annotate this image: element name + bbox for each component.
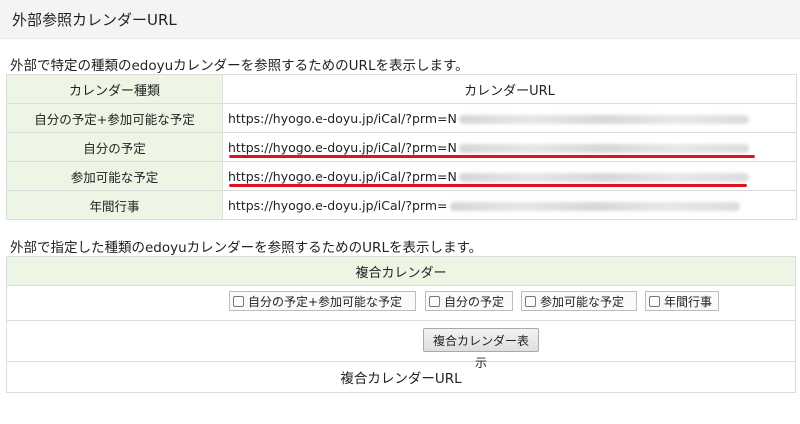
- calendar-url-text[interactable]: https://hyogo.e-doyu.jp/iCal/?prm=N: [228, 140, 457, 155]
- row-label: 自分の予定: [6, 132, 223, 162]
- option-own-and-joinable[interactable]: 自分の予定+参加可能な予定: [229, 291, 416, 311]
- calendar-url-table: カレンダー種類 カレンダーURL 自分の予定+参加可能な予定 https://h…: [6, 74, 797, 220]
- table-header-row: カレンダー種類 カレンダーURL: [6, 74, 797, 104]
- blurred-token: [449, 201, 740, 211]
- option-own[interactable]: 自分の予定: [425, 291, 513, 311]
- url-cell[interactable]: https://hyogo.e-doyu.jp/iCal/?prm=: [222, 190, 797, 220]
- calendar-url-text[interactable]: https://hyogo.e-doyu.jp/iCal/?prm=N: [228, 111, 457, 126]
- checkbox[interactable]: [233, 295, 244, 307]
- combined-calendar-header: 複合カレンダー: [6, 256, 796, 286]
- row-label: 参加可能な予定: [6, 161, 223, 191]
- blurred-token: [458, 114, 749, 124]
- table-row: 年間行事 https://hyogo.e-doyu.jp/iCal/?prm=: [6, 190, 797, 220]
- calendar-options: 自分の予定+参加可能な予定 自分の予定 参加可能な予定 年間行事: [7, 286, 795, 320]
- combined-calendar-table: 複合カレンダー 自分の予定+参加可能な予定 自分の予定 参加可能な予定 年間行事…: [6, 256, 796, 393]
- blurred-token: [458, 172, 749, 182]
- highlight-underline: [229, 155, 755, 158]
- option-label: 参加可能な予定: [540, 294, 625, 309]
- option-label: 自分の予定+参加可能な予定: [248, 294, 403, 309]
- option-joinable[interactable]: 参加可能な予定: [521, 291, 637, 311]
- row-label: 年間行事: [6, 190, 223, 220]
- checkbox[interactable]: [525, 295, 536, 307]
- blurred-token: [458, 143, 749, 153]
- row-label: 自分の予定+参加可能な予定: [6, 103, 223, 133]
- header-calendar-url: カレンダーURL: [222, 74, 797, 104]
- option-label: 年間行事: [664, 294, 713, 309]
- option-annual-events[interactable]: 年間行事: [645, 291, 719, 311]
- title-bar: 外部参照カレンダーURL: [0, 0, 800, 39]
- option-label: 自分の予定: [444, 294, 505, 309]
- url-cell[interactable]: https://hyogo.e-doyu.jp/iCal/?prm=N: [222, 103, 797, 133]
- section2-description: 外部で指定した種類のedoyuカレンダーを参照するためのURLを表示します。: [10, 240, 483, 256]
- calendar-url-text[interactable]: https://hyogo.e-doyu.jp/iCal/?prm=N: [228, 169, 457, 184]
- table-row: 自分の予定 https://hyogo.e-doyu.jp/iCal/?prm=…: [6, 132, 797, 162]
- section1-description: 外部で特定の種類のedoyuカレンダーを参照するためのURLを表示します。: [10, 58, 469, 74]
- url-cell[interactable]: https://hyogo.e-doyu.jp/iCal/?prm=N: [222, 132, 797, 162]
- calendar-url-text[interactable]: https://hyogo.e-doyu.jp/iCal/?prm=: [228, 198, 448, 213]
- highlight-underline: [229, 184, 747, 187]
- combined-calendar-url-label: 複合カレンダーURL: [6, 361, 796, 393]
- checkbox[interactable]: [429, 295, 440, 307]
- show-combined-calendar-button[interactable]: 複合カレンダー表示: [423, 328, 539, 370]
- page-title: 外部参照カレンダーURL: [12, 11, 177, 29]
- table-row: 自分の予定+参加可能な予定 https://hyogo.e-doyu.jp/iC…: [6, 103, 797, 133]
- table-row: 参加可能な予定 https://hyogo.e-doyu.jp/iCal/?pr…: [6, 161, 797, 191]
- checkbox[interactable]: [649, 295, 660, 307]
- url-cell[interactable]: https://hyogo.e-doyu.jp/iCal/?prm=N: [222, 161, 797, 191]
- header-calendar-type: カレンダー種類: [6, 74, 223, 104]
